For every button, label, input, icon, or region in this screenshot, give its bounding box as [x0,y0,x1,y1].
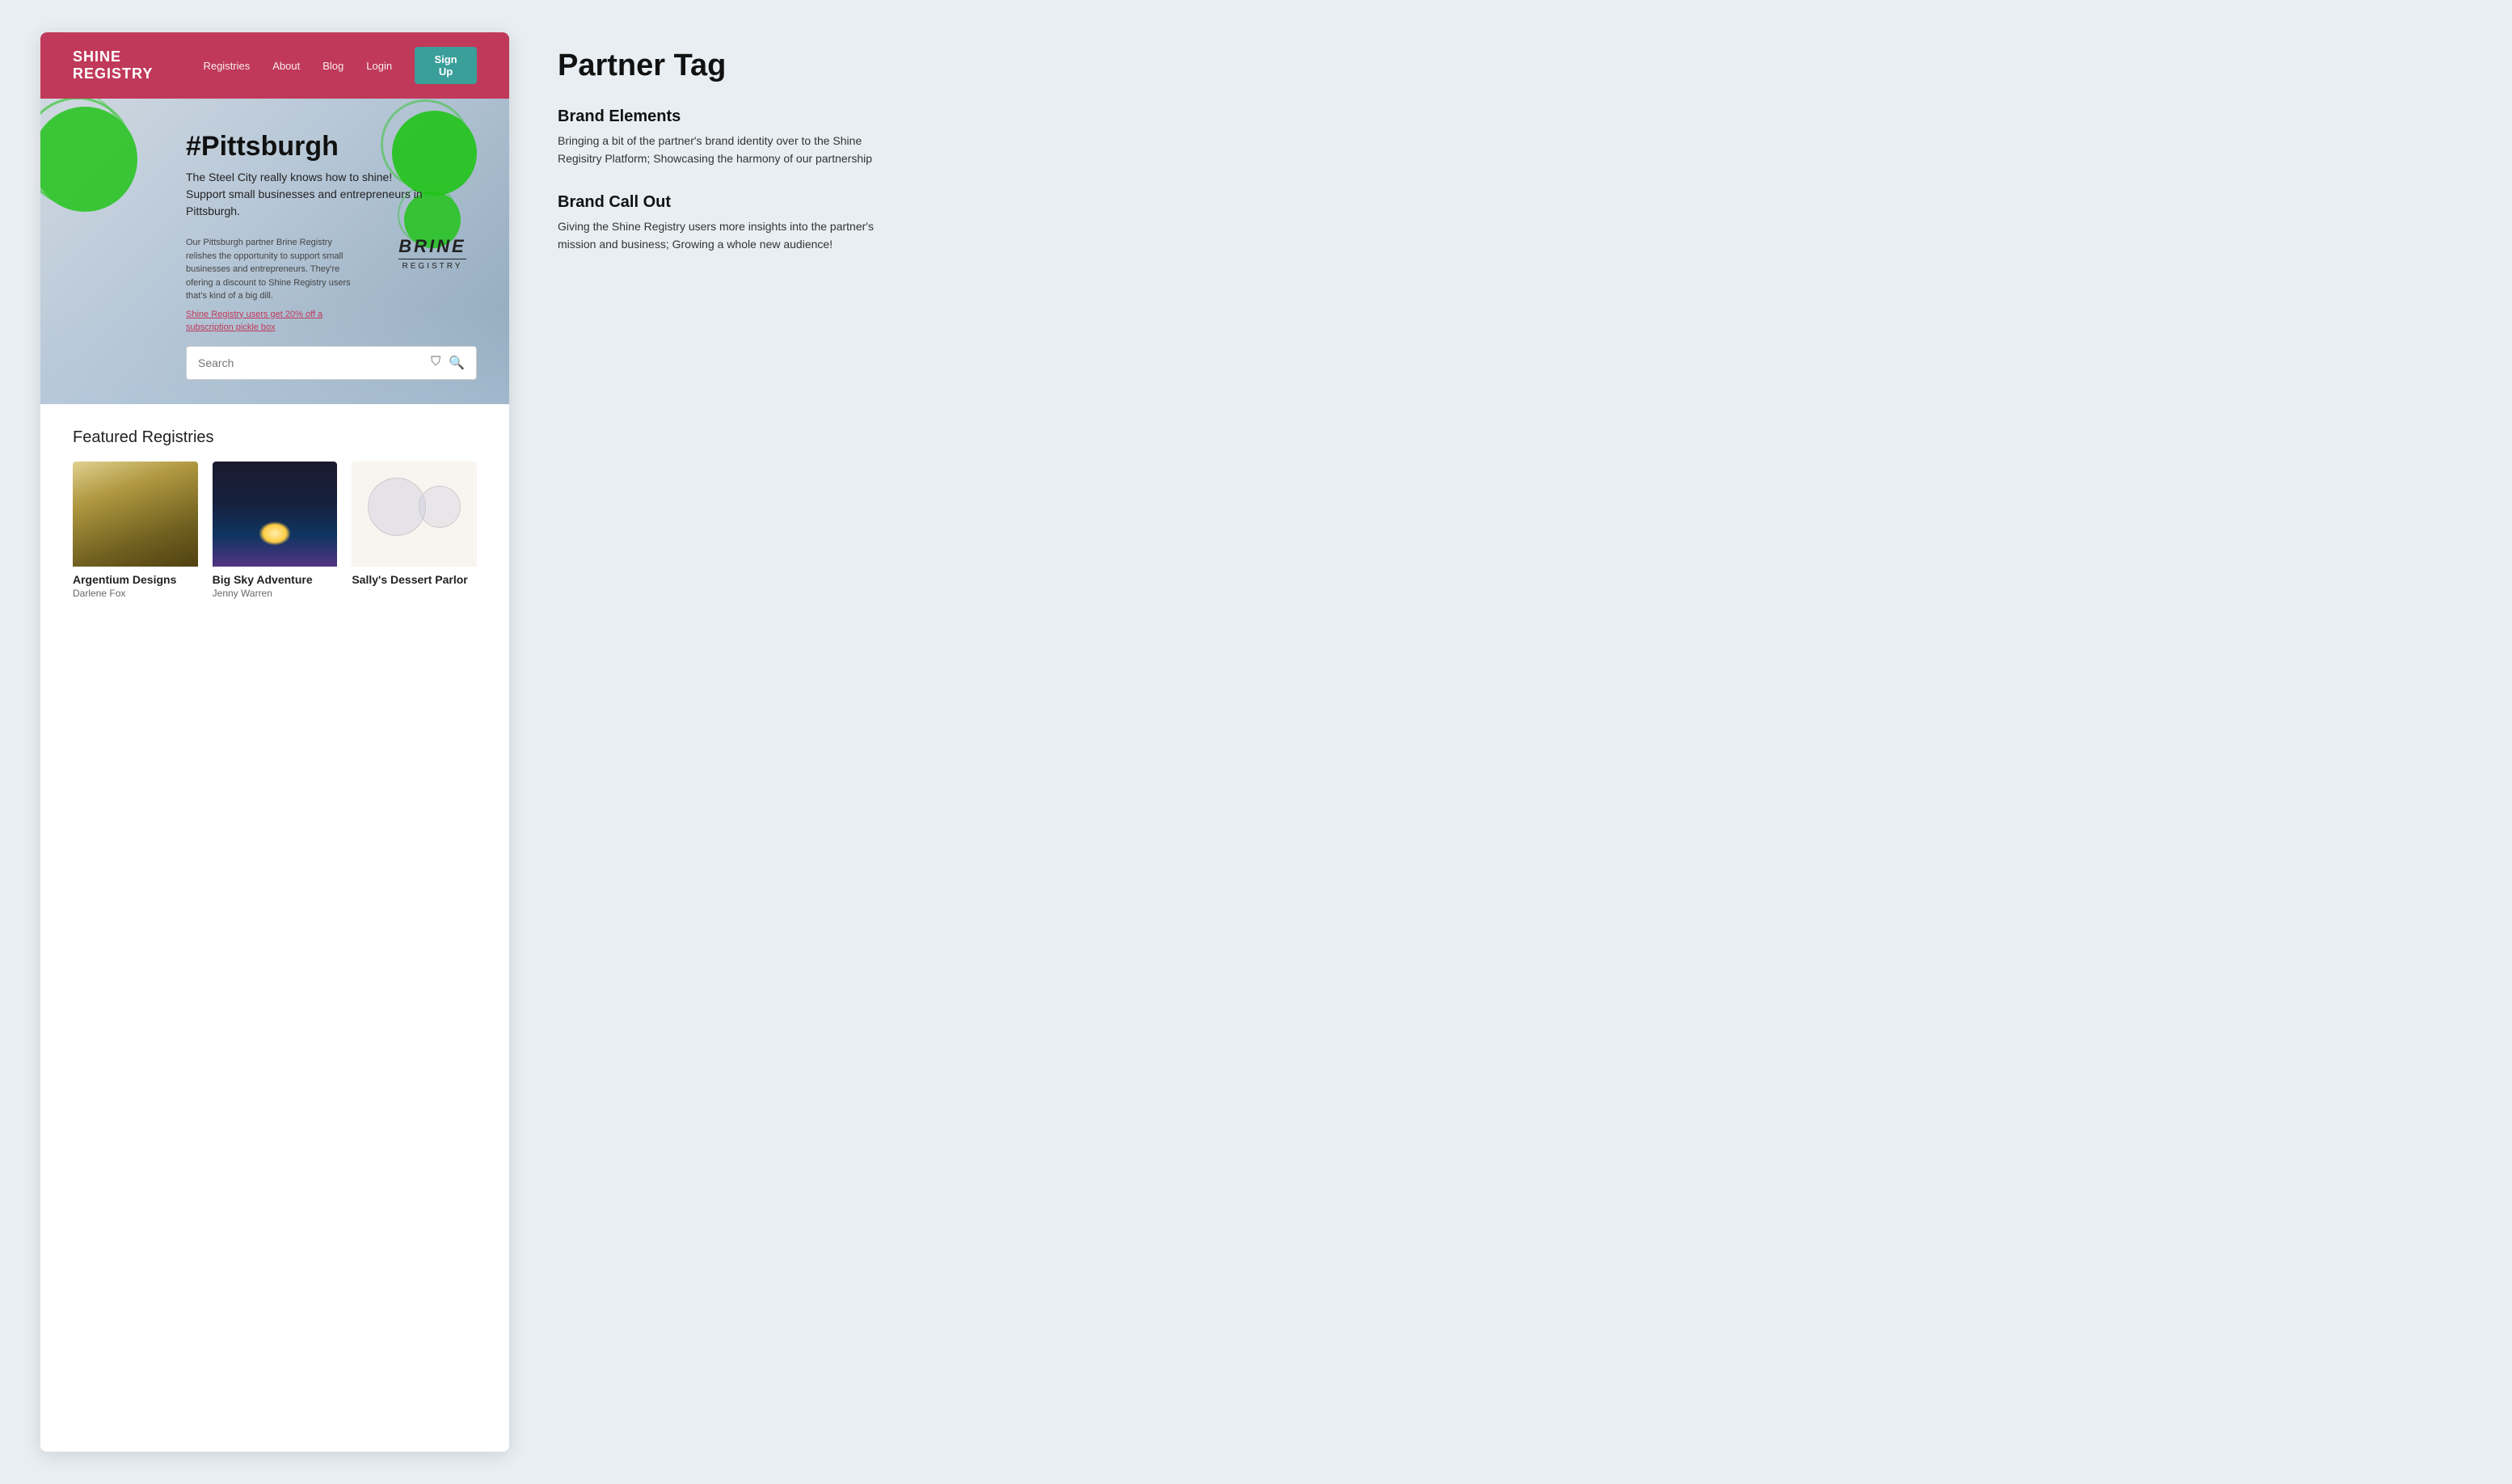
featured-title: Featured Registries [73,428,477,447]
hero-subtitle-line2: Support small businesses and entrepreneu… [186,186,477,220]
hero-content: #Pittsburgh The Steel City really knows … [73,131,477,380]
brine-logo: BRINE REGISTRY [398,236,466,271]
browser-mockup: SHINE REGISTRY Registries About Blog Log… [40,32,509,1452]
brine-logo-sub: REGISTRY [398,259,466,271]
registry-card-3[interactable]: Sally's Dessert Parlor [352,462,477,599]
site-logo: SHINE REGISTRY [73,48,203,82]
card-author-1: Darlene Fox [73,588,198,599]
hero-subtitle: The Steel City really knows how to shine… [186,169,477,220]
search-icons: ⛉ 🔍 [431,355,465,371]
partner-tag-title: Partner Tag [558,48,2472,83]
search-icon[interactable]: 🔍 [449,355,465,371]
site-header: SHINE REGISTRY Registries About Blog Log… [40,32,509,99]
annotation-desc-brand-elements: Bringing a bit of the partner's brand id… [558,133,897,167]
card-image-3 [352,462,477,567]
card-name-3: Sally's Dessert Parlor [352,573,477,586]
annotation-title-brand-elements: Brand Elements [558,108,2472,126]
signup-button[interactable]: Sign Up [415,47,477,84]
annotation-desc-brand-callout: Giving the Shine Registry users more ins… [558,218,897,253]
registry-card-2[interactable]: Big Sky Adventure Jenny Warren [213,462,338,599]
search-input[interactable] [198,356,424,369]
nav-login[interactable]: Login [366,60,392,72]
annotation-title-brand-callout: Brand Call Out [558,193,2472,212]
annotation-brand-callout: Brand Call Out Giving the Shine Registry… [558,193,2472,253]
card-image-2 [213,462,338,567]
partner-promo-link[interactable]: Shine Registry users get 20% off a subsc… [186,308,364,335]
registry-cards: Argentium Designs Darlene Fox Big Sky Ad… [73,462,477,599]
partner-logo-area: BRINE REGISTRY [388,236,477,271]
nav-blog[interactable]: Blog [322,60,344,72]
annotations-panel: Partner Tag Brand Elements Bringing a bi… [509,0,2512,1484]
annotation-brand-elements: Brand Elements Bringing a bit of the par… [558,108,2472,167]
search-bar: ⛉ 🔍 [186,346,477,380]
card-image-1 [73,462,198,567]
hero-section: #Pittsburgh The Steel City really knows … [40,99,509,404]
partner-info: Our Pittsburgh partner Brine Registry re… [186,236,477,335]
hero-subtitle-line1: The Steel City really knows how to shine… [186,169,477,186]
card-name-2: Big Sky Adventure [213,573,338,586]
hero-title: #Pittsburgh [186,131,477,162]
nav-about[interactable]: About [272,60,300,72]
card-name-1: Argentium Designs [73,573,198,586]
brine-logo-main: BRINE [398,236,466,257]
registry-card-1[interactable]: Argentium Designs Darlene Fox [73,462,198,599]
nav-registries[interactable]: Registries [203,60,250,72]
card-author-2: Jenny Warren [213,588,338,599]
partner-description: Our Pittsburgh partner Brine Registry re… [186,236,364,335]
featured-section: Featured Registries Argentium Designs Da… [40,404,509,631]
site-nav: Registries About Blog Login Sign Up [203,47,477,84]
filter-icon[interactable]: ⛉ [431,355,440,371]
